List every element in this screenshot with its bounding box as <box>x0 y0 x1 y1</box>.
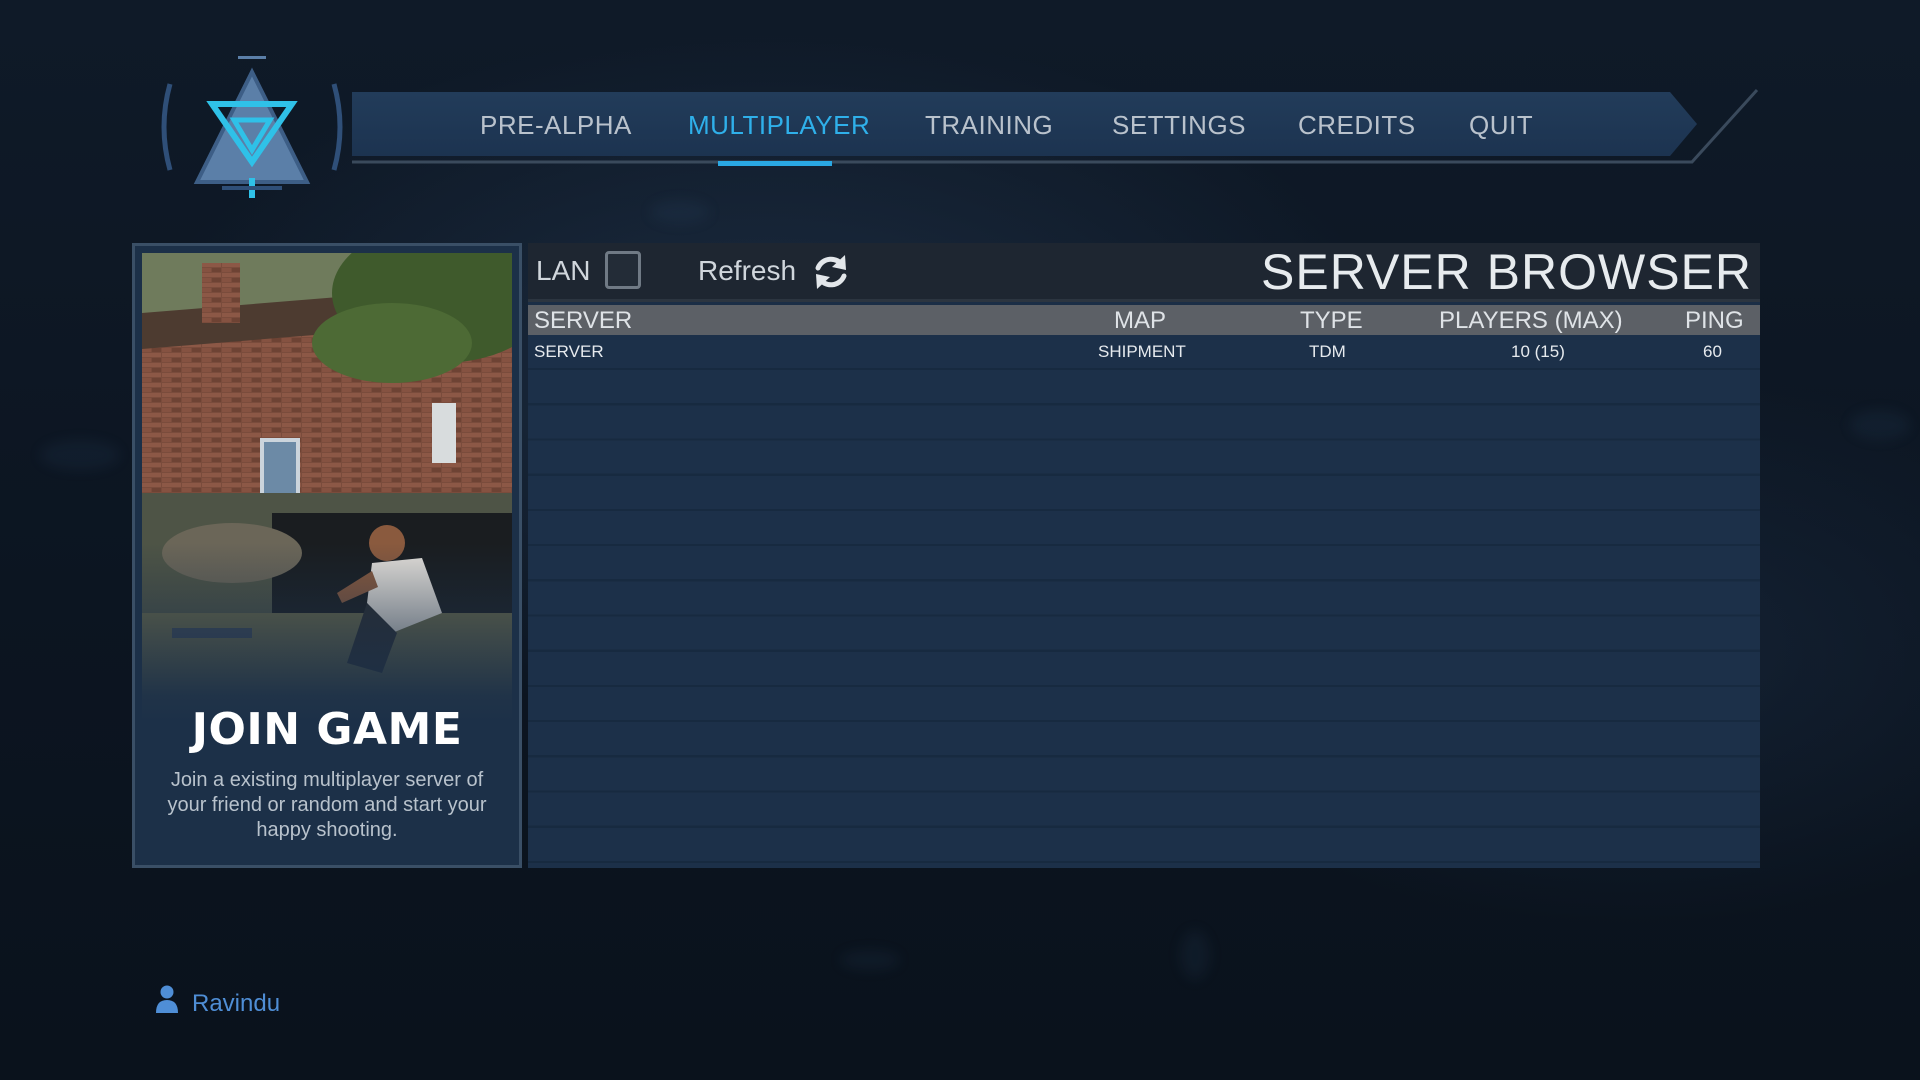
lan-label: LAN <box>536 255 591 286</box>
nav-item-training[interactable]: TRAINING <box>925 92 1053 156</box>
server-players-cell: 10 (15) <box>1511 342 1565 361</box>
server-ping-cell: 60 <box>1703 342 1722 361</box>
server-map-cell: SHIPMENT <box>1098 342 1186 361</box>
server-browser-title: SERVER BROWSER <box>1261 244 1752 300</box>
server-type-cell: TDM <box>1309 342 1346 361</box>
column-header-map[interactable]: MAP <box>1114 305 1166 336</box>
background-bokeh <box>40 440 120 470</box>
background-bokeh <box>650 200 710 224</box>
browser-toolbar: LAN Refresh SERVER BROWSER <box>528 243 1760 302</box>
column-header-server[interactable]: SERVER <box>534 305 632 336</box>
column-header-players[interactable]: PLAYERS (MAX) <box>1439 305 1623 336</box>
server-list: SERVER SHIPMENT TDM 10 (15) 60 <box>528 335 1760 868</box>
nav-item-settings[interactable]: SETTINGS <box>1112 92 1246 156</box>
join-game-card[interactable]: JOIN GAME Join a existing multiplayer se… <box>132 243 522 868</box>
server-name-cell: SERVER <box>534 342 604 361</box>
server-browser-panel: LAN Refresh SERVER BROWSER SERVER MAP TY… <box>528 243 1760 868</box>
background-bokeh <box>840 950 900 970</box>
nav-item-credits[interactable]: CREDITS <box>1298 92 1416 156</box>
server-table-header: SERVER MAP TYPE PLAYERS (MAX) PING <box>528 305 1760 335</box>
column-header-ping[interactable]: PING <box>1685 305 1744 336</box>
active-tab-indicator <box>718 161 832 166</box>
lan-checkbox[interactable] <box>605 251 641 289</box>
join-game-artwork <box>142 253 512 723</box>
join-game-title: JOIN GAME <box>191 704 463 755</box>
column-header-type[interactable]: TYPE <box>1300 305 1363 336</box>
nav-item-pre-alpha[interactable]: PRE-ALPHA <box>480 92 632 156</box>
user-name: Ravindu <box>192 990 281 1017</box>
nav-item-multiplayer[interactable]: MULTIPLAYER <box>688 92 870 156</box>
join-game-description: Join a existing multiplayer server of yo… <box>167 769 487 841</box>
server-row[interactable]: SERVER SHIPMENT TDM 10 (15) 60 <box>528 335 1760 368</box>
nav-item-quit[interactable]: QUIT <box>1469 92 1533 156</box>
game-logo <box>161 56 343 198</box>
background-bokeh <box>1850 410 1910 440</box>
background-bokeh <box>1180 930 1210 980</box>
user-icon <box>156 985 178 1013</box>
refresh-label: Refresh <box>698 255 797 286</box>
main-nav: PRE-ALPHA MULTIPLAYER TRAINING SETTINGS … <box>352 92 1612 156</box>
refresh-icon <box>815 255 847 289</box>
